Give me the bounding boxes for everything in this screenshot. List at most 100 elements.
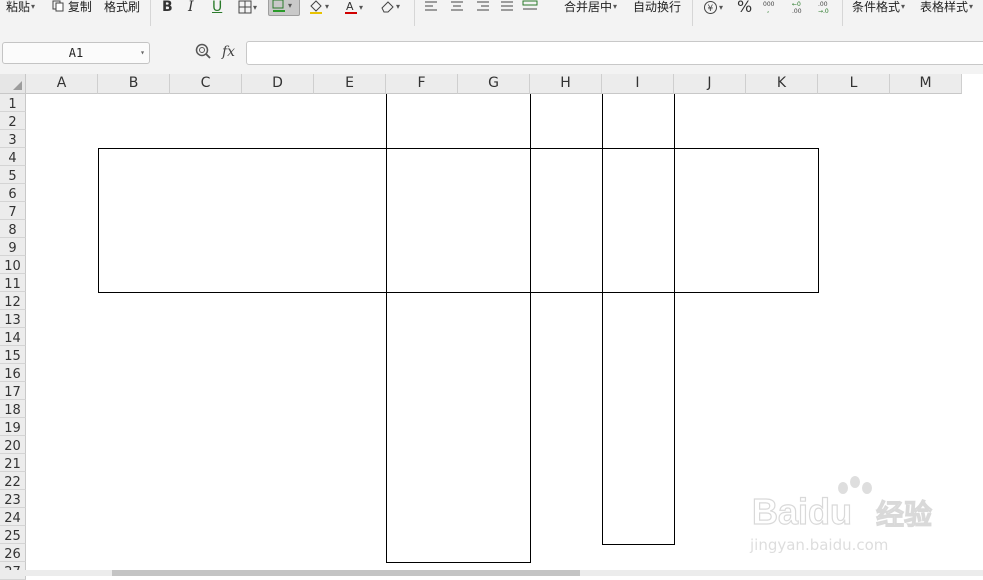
svg-text:¥: ¥ <box>708 4 714 14</box>
row-header-17[interactable]: 17 <box>0 382 26 400</box>
paint-bucket-icon <box>310 0 322 14</box>
horizontal-scrollbar[interactable] <box>112 570 580 576</box>
border-band-divider-2 <box>602 148 603 293</box>
percent-button[interactable]: % <box>737 0 752 16</box>
column-header-a[interactable]: A <box>26 74 98 94</box>
column-header-l[interactable]: L <box>818 74 890 94</box>
currency-button[interactable]: ¥ ▾ <box>703 0 723 16</box>
bold-label: B <box>162 0 173 15</box>
copy-icon <box>52 0 64 12</box>
row-header-24[interactable]: 24 <box>0 508 26 526</box>
name-box[interactable]: A1 ▾ <box>2 42 150 64</box>
toolbar-separator <box>692 0 693 26</box>
format-painter-label: 格式刷 <box>104 0 141 14</box>
border-fg-bottom <box>386 292 531 563</box>
row-header-1[interactable]: 1 <box>0 94 26 112</box>
column-header-b[interactable]: B <box>98 74 170 94</box>
svg-text:→.0: →.0 <box>818 8 829 15</box>
format-painter-button[interactable]: 格式刷 <box>104 0 140 16</box>
column-header-i[interactable]: I <box>602 74 674 94</box>
column-header-d[interactable]: D <box>242 74 314 94</box>
fx-icon[interactable]: fx <box>222 42 235 62</box>
italic-button[interactable]: I <box>188 0 194 16</box>
row-header-21[interactable]: 21 <box>0 454 26 472</box>
column-header-g[interactable]: G <box>458 74 530 94</box>
row-header-15[interactable]: 15 <box>0 346 26 364</box>
row-header-26[interactable]: 26 <box>0 544 26 562</box>
paste-button[interactable]: 粘贴▾ <box>6 0 35 16</box>
border-band <box>98 148 819 293</box>
zoom-icon[interactable] <box>194 42 214 62</box>
conditional-format-label: 条件格式 <box>852 0 901 14</box>
increase-decimal-button[interactable]: ←0.00 <box>788 0 808 16</box>
column-header-c[interactable]: C <box>170 74 242 94</box>
bold-button[interactable]: B <box>162 0 173 16</box>
underline-button[interactable]: U <box>212 0 222 16</box>
currency-icon: ¥ <box>704 1 717 14</box>
row-header-10[interactable]: 10 <box>0 256 26 274</box>
name-box-value: A1 <box>68 46 84 60</box>
row-header-9[interactable]: 9 <box>0 238 26 256</box>
clear-button[interactable]: ▾ <box>380 0 400 16</box>
column-header-j[interactable]: J <box>674 74 746 94</box>
row-header-4[interactable]: 4 <box>0 148 26 166</box>
row-header-20[interactable]: 20 <box>0 436 26 454</box>
border-band-divider-3 <box>674 148 675 293</box>
percent-label: % <box>737 0 753 16</box>
thousands-button[interactable]: 000, <box>762 0 776 16</box>
row-header-23[interactable]: 23 <box>0 490 26 508</box>
formula-bar: A1 ▾ fx <box>0 30 983 74</box>
ribbon-toolbar: 粘贴▾ 复制 格式刷 B I U ▾ ▾ ▾ A ▾ ▾ 合并居中▾ 自动换行 ¥… <box>0 0 983 31</box>
triangle-icon <box>13 81 22 90</box>
merge-center-button[interactable]: 合并居中▾ <box>564 0 617 16</box>
watermark-url: jingyan.baidu.com <box>749 536 888 554</box>
border-h-top <box>530 94 603 149</box>
distributed-button[interactable] <box>522 0 538 16</box>
highlight-button[interactable]: ▾ <box>308 0 329 16</box>
borders-button[interactable]: ▾ <box>238 0 257 16</box>
align-right-button[interactable] <box>476 0 490 16</box>
row-header-6[interactable]: 6 <box>0 184 26 202</box>
row-header-8[interactable]: 8 <box>0 220 26 238</box>
font-color-button[interactable]: A ▾ <box>344 0 363 16</box>
chevron-down-icon[interactable]: ▾ <box>140 43 145 63</box>
toolbar-separator <box>842 0 843 26</box>
row-header-2[interactable]: 2 <box>0 112 26 130</box>
formula-input[interactable] <box>246 41 983 65</box>
svg-text:,: , <box>767 6 769 14</box>
toolbar-separator <box>414 0 415 26</box>
row-header-3[interactable]: 3 <box>0 130 26 148</box>
column-header-m[interactable]: M <box>890 74 962 94</box>
row-header-12[interactable]: 12 <box>0 292 26 310</box>
row-header-19[interactable]: 19 <box>0 418 26 436</box>
row-header-5[interactable]: 5 <box>0 166 26 184</box>
border-band-divider-0 <box>386 148 387 293</box>
conditional-format-button[interactable]: 条件格式▾ <box>852 0 905 16</box>
wrap-text-button[interactable]: 自动换行 <box>633 0 681 16</box>
row-header-16[interactable]: 16 <box>0 364 26 382</box>
row-header-18[interactable]: 18 <box>0 400 26 418</box>
row-header-25[interactable]: 25 <box>0 526 26 544</box>
column-header-f[interactable]: F <box>386 74 458 94</box>
select-all-corner[interactable] <box>0 74 26 94</box>
justify-button[interactable] <box>500 0 514 16</box>
column-header-e[interactable]: E <box>314 74 386 94</box>
row-header-13[interactable]: 13 <box>0 310 26 328</box>
column-header-h[interactable]: H <box>530 74 602 94</box>
table-style-button[interactable]: 表格样式▾ <box>920 0 973 16</box>
svg-text:←0: ←0 <box>792 1 801 8</box>
row-header-14[interactable]: 14 <box>0 328 26 346</box>
row-header-22[interactable]: 22 <box>0 472 26 490</box>
border-i-top <box>602 94 675 149</box>
fill-color-icon <box>272 0 285 12</box>
column-header-k[interactable]: K <box>746 74 818 94</box>
copy-button[interactable]: 复制 <box>52 0 92 16</box>
fill-color-button[interactable]: ▾ <box>268 0 300 16</box>
decrease-decimal-button[interactable]: .00 →.0 <box>814 0 834 16</box>
row-header-11[interactable]: 11 <box>0 274 26 292</box>
align-center-button[interactable] <box>450 0 464 16</box>
justify-icon <box>501 1 513 11</box>
svg-text:A: A <box>346 0 354 13</box>
row-header-7[interactable]: 7 <box>0 202 26 220</box>
align-left-button[interactable] <box>424 0 438 16</box>
